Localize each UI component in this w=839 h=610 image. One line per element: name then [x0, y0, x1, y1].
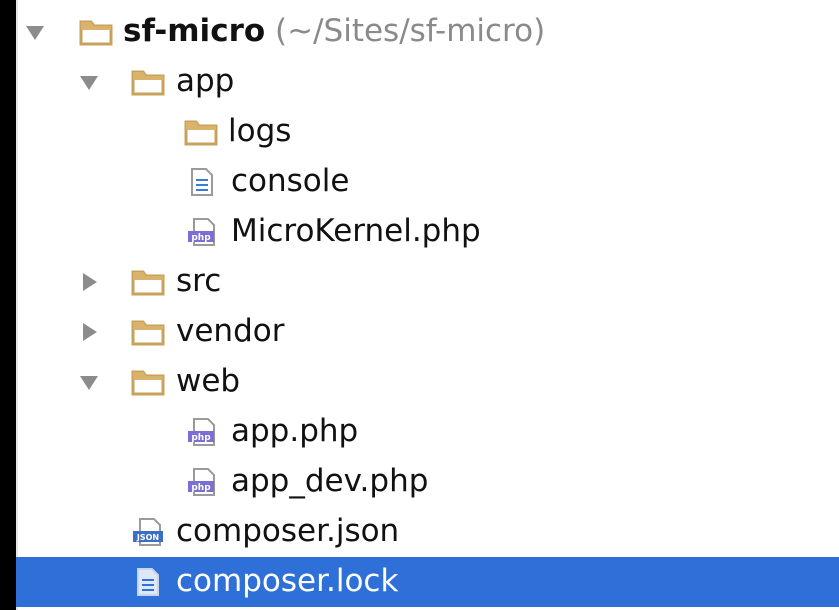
tree-item-label: composer.json: [176, 513, 400, 549]
php-file-icon: php: [188, 468, 215, 496]
tree-item-label: logs: [228, 113, 292, 149]
svg-text:JSON: JSON: [136, 533, 159, 542]
folder-icon: [131, 70, 165, 96]
project-root-label: sf-micro (~/Sites/sf-micro): [123, 11, 545, 51]
chevron-down-icon[interactable]: [23, 20, 47, 44]
tree-row-composer-lock[interactable]: composer.lock: [16, 557, 839, 607]
chevron-down-icon[interactable]: [77, 370, 101, 394]
tree-item-label: composer.lock: [176, 563, 399, 599]
tree-item-label: vendor: [176, 313, 285, 349]
tree-row-logs[interactable]: logs: [16, 107, 839, 157]
folder-icon: [184, 120, 218, 146]
project-name: sf-micro: [123, 13, 266, 49]
tree-row-app-dev-php[interactable]: php app_dev.php: [16, 457, 839, 507]
tree-item-label: src: [176, 263, 222, 299]
svg-text:php: php: [191, 233, 211, 243]
tree-row-app-php[interactable]: php app.php: [16, 407, 839, 457]
folder-icon: [131, 320, 165, 346]
project-tree-panel: sf-micro (~/Sites/sf-micro) app logs con…: [16, 0, 839, 610]
tree-row-vendor[interactable]: vendor: [16, 307, 839, 357]
folder-icon: [131, 270, 165, 296]
tree-row-microkernel[interactable]: php MicroKernel.php: [16, 207, 839, 257]
chevron-right-icon[interactable]: [77, 270, 101, 294]
chevron-right-icon[interactable]: [77, 320, 101, 344]
folder-icon: [79, 20, 113, 46]
tree-item-label: app_dev.php: [231, 463, 429, 499]
php-file-icon: php: [188, 218, 215, 246]
tree-row-src[interactable]: src: [16, 257, 839, 307]
tree-row-app[interactable]: app: [16, 57, 839, 107]
folder-icon: [131, 370, 165, 396]
svg-text:php: php: [191, 483, 211, 493]
json-file-icon: JSON: [133, 518, 163, 546]
project-path: (~/Sites/sf-micro): [275, 13, 546, 49]
php-file-icon: php: [188, 418, 215, 446]
tree-item-label: MicroKernel.php: [231, 213, 481, 249]
text-file-icon: [137, 568, 159, 596]
tree-item-label: web: [176, 363, 241, 399]
chevron-down-icon[interactable]: [77, 70, 101, 94]
tree-row-console[interactable]: console: [16, 157, 839, 207]
tree-row-composer-json[interactable]: JSON composer.json: [16, 507, 839, 557]
text-file-icon: [191, 168, 213, 196]
tree-row-sf-micro[interactable]: sf-micro (~/Sites/sf-micro): [16, 7, 839, 57]
tree-row-web[interactable]: web: [16, 357, 839, 407]
tree-item-label: app.php: [231, 413, 359, 449]
svg-text:php: php: [191, 433, 211, 443]
tree-item-label: console: [231, 163, 350, 199]
tree-item-label: app: [176, 63, 235, 99]
